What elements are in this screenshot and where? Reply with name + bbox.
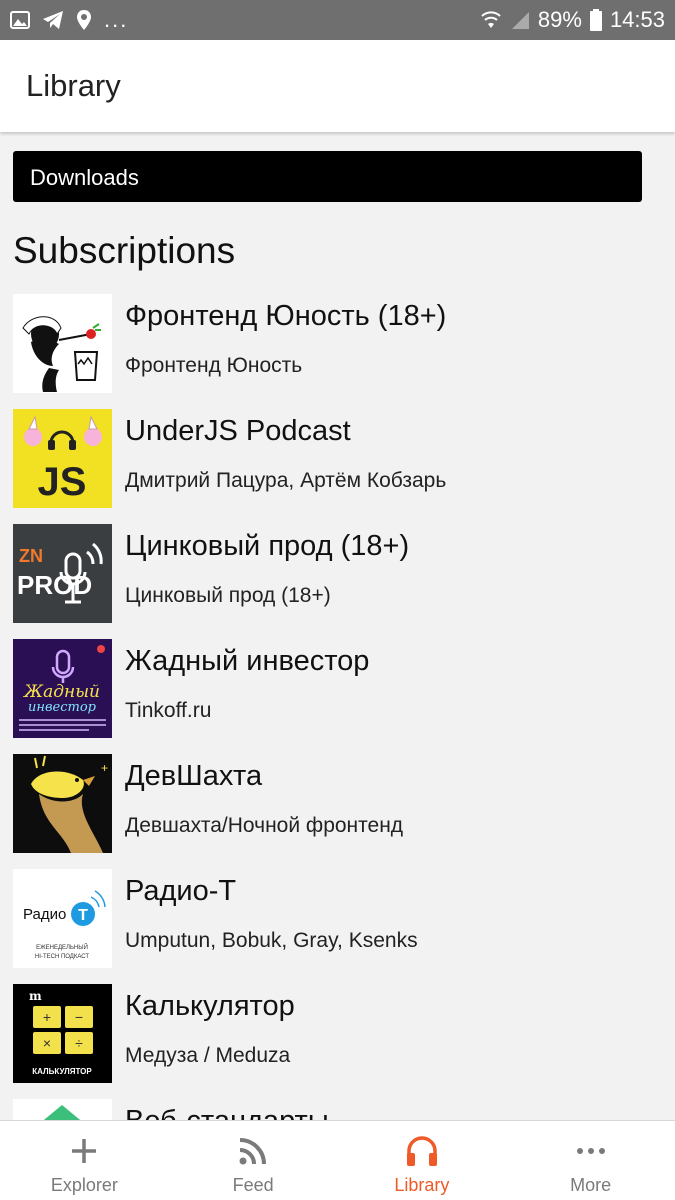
image-icon: [10, 11, 30, 29]
nav-label: Library: [394, 1175, 450, 1195]
battery-percent: 89%: [537, 7, 582, 32]
podcast-title: UnderJS Podcast: [125, 415, 351, 447]
nav-label: Explorer: [50, 1175, 118, 1195]
podcast-author: Фронтенд Юность: [125, 354, 303, 377]
more-notifications: ...: [104, 7, 129, 32]
list-item[interactable]: + ДевШахта Девшахта/Ночной фронтенд: [0, 754, 675, 854]
cover-text: T: [78, 907, 88, 924]
cover-text: КАЛЬКУЛЯТОР: [32, 1067, 92, 1076]
battery-icon: [589, 9, 602, 31]
wifi-icon: [481, 11, 501, 28]
nav-library[interactable]: Library: [338, 1121, 507, 1200]
rss-icon: [239, 1138, 267, 1165]
plus-icon: [72, 1139, 97, 1163]
underjs-cover: JS: [13, 409, 112, 508]
nav-label: Feed: [232, 1175, 274, 1195]
page-title: Library: [26, 68, 121, 103]
cover-text: инвестор: [28, 700, 97, 715]
list-item[interactable]: Фронтенд Юность (18+) Фронтенд Юность: [0, 294, 675, 394]
list-item[interactable]: Радио T ЕЖЕНЕДЕЛЬНЫЙ HI-TECH ПОДКАСТ Рад…: [0, 869, 675, 969]
cover-text: PROD: [17, 570, 92, 600]
status-notifications: ...: [10, 9, 128, 31]
more-dots-icon: [576, 1148, 605, 1154]
list-item[interactable]: JS UnderJS Podcast Дмитрий Пацура, Артём…: [0, 409, 675, 509]
list-item[interactable]: m + − × ÷ КАЛЬКУЛЯТОР Калькулятор Медуза…: [0, 984, 675, 1084]
svg-text:+: +: [43, 1009, 51, 1025]
svg-text:÷: ÷: [75, 1035, 83, 1051]
podcast-author: Tinkoff.ru: [125, 699, 212, 722]
list-item[interactable]: ZN PROD Цинковый прод (18+) Цинковый про…: [0, 524, 675, 624]
podcast-title: Веб-стандарты: [125, 1105, 329, 1120]
cover-text: Радио: [23, 906, 66, 923]
podcast-title: Жадный инвестор: [125, 645, 370, 677]
nav-label: More: [570, 1175, 612, 1195]
cover-text: ЕЖЕНЕДЕЛЬНЫЙ: [36, 943, 88, 951]
telegram-icon: [43, 11, 63, 29]
calculator-cover: m + − × ÷ КАЛЬКУЛЯТОР: [13, 984, 112, 1083]
nav-more[interactable]: More: [506, 1121, 675, 1200]
cover-text: ZN: [19, 546, 43, 566]
list-item[interactable]: Веб-стандарты: [0, 1099, 675, 1120]
cover-text: Жадный: [23, 682, 100, 702]
podcast-author: Девшахта/Ночной фронтенд: [125, 814, 404, 837]
podcast-title: Калькулятор: [125, 990, 295, 1022]
podcast-author: Umputun, Bobuk, Gray, Ksenks: [125, 929, 418, 952]
podcast-author: Дмитрий Пацура, Артём Кобзарь: [125, 469, 447, 492]
headphones-icon: [406, 1136, 437, 1166]
web-standards-cover: [13, 1099, 112, 1120]
app-bar: Library: [0, 40, 675, 132]
cover-text: JS: [38, 460, 87, 504]
greedy-investor-cover: Жадный инвестор: [13, 639, 112, 738]
podcast-author: Цинковый прод (18+): [125, 584, 331, 607]
bottom-navigation: Explorer Feed Library More: [0, 1120, 675, 1200]
radio-t-cover: Радио T ЕЖЕНЕДЕЛЬНЫЙ HI-TECH ПОДКАСТ: [13, 869, 112, 968]
podcast-title: Цинковый прод (18+): [125, 530, 410, 562]
svg-text:×: ×: [43, 1035, 51, 1051]
subscriptions-heading: Subscriptions: [13, 230, 236, 271]
svg-text:+: +: [101, 761, 108, 775]
zinc-prod-cover: ZN PROD: [13, 524, 112, 623]
nav-explorer[interactable]: Explorer: [0, 1121, 169, 1200]
list-item[interactable]: Жадный инвестор Жадный инвестор Tinkoff.…: [0, 639, 675, 739]
status-system: 89% 14:53: [480, 7, 665, 33]
status-bar: ... 89% 14:53: [0, 0, 675, 40]
cover-text: m: [29, 989, 42, 1003]
location-icon: [77, 10, 91, 30]
library-content[interactable]: Downloads Subscriptions Фронтенд Юность …: [0, 132, 675, 1120]
podcast-author: Медуза / Meduza: [125, 1044, 291, 1067]
podcast-title: Радио-Т: [125, 875, 237, 907]
signal-icon: [511, 12, 529, 29]
frontend-unost-cover: [13, 294, 112, 393]
cover-text: HI-TECH ПОДКАСТ: [35, 954, 89, 960]
devshahta-cover: +: [13, 754, 112, 853]
svg-text:−: −: [75, 1009, 83, 1025]
clock: 14:53: [609, 7, 665, 32]
downloads-button[interactable]: Downloads: [13, 151, 642, 202]
podcast-title: ДевШахта: [125, 760, 263, 792]
podcast-title: Фронтенд Юность (18+): [125, 300, 447, 332]
nav-feed[interactable]: Feed: [169, 1121, 338, 1200]
